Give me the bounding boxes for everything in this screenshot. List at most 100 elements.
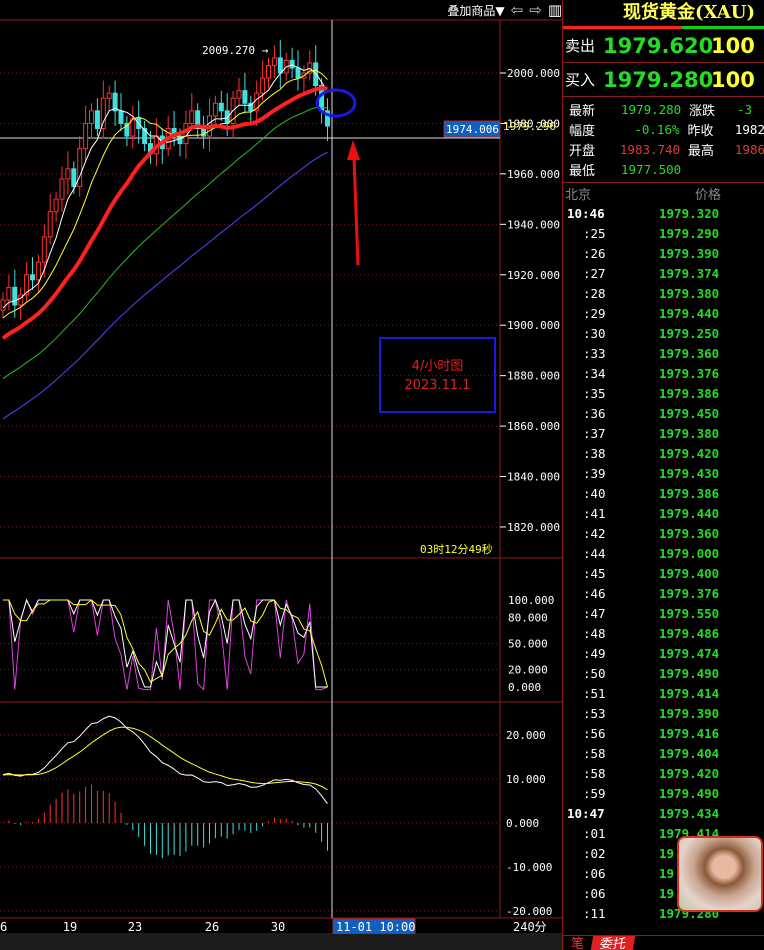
candle-body (289, 59, 295, 69)
stat-value: -0.16% (634, 121, 680, 137)
price-chart[interactable]: 2000.000 19 80.000 1960.000 1940.000 1920.000… (0, 0, 562, 934)
buy-price: 1979.280 (603, 67, 714, 92)
tick-row: 10:46 1979.320 (563, 203, 764, 223)
stat-value: 1983.740 (619, 141, 681, 157)
tick-row: :40 1979.386 (563, 483, 764, 503)
tick-price: 1979.250 (659, 325, 720, 341)
tick-time: :06 (583, 865, 606, 881)
price-tick-label: 1960.000 (507, 168, 560, 181)
tick-time: :34 (583, 365, 606, 381)
tick-time: :28 (583, 285, 606, 301)
arrow-left-icon[interactable]: ⇦ (511, 1, 524, 19)
candle-body (0, 299, 6, 311)
tick-price: 1979.360 (659, 345, 720, 361)
tick-time: :39 (583, 465, 606, 481)
tab-orders[interactable]: 委托 (590, 936, 636, 950)
tick-time: :45 (583, 565, 606, 581)
candle-body (47, 211, 53, 238)
overlay-dropdown[interactable]: 叠加商品▼ (447, 2, 504, 19)
price-tick-label: 1840.000 (507, 471, 560, 484)
candle-body (277, 57, 283, 74)
tick-price: 1979.374 (659, 265, 720, 281)
candle-body (6, 286, 12, 301)
tick-price: 1979.440 (659, 505, 720, 521)
price-tick-label: 1880.000 (507, 370, 560, 383)
tick-time: :46 (583, 585, 606, 601)
tick-row: :28 1979.380 (563, 283, 764, 303)
tick-price: 1979.434 (659, 805, 720, 821)
candle-body (65, 168, 71, 180)
stat-value: 1979.280 (621, 101, 682, 117)
x-tick-label: 23 (128, 920, 142, 934)
tick-price: 1979.390 (659, 245, 720, 261)
arrow-right-icon[interactable]: ⇨ (529, 1, 542, 19)
candle-body (59, 178, 65, 200)
tick-row: :36 1979.450 (563, 403, 764, 423)
red-arrow-shaft (352, 157, 360, 266)
tick-price: 1979.404 (659, 745, 720, 761)
avatar-photo (677, 836, 763, 912)
tick-row: :34 1979.376 (563, 363, 764, 383)
current-price-label: 1979.290 (503, 120, 556, 133)
tick-row: :47 1979.550 (563, 603, 764, 623)
tick-time: :35 (583, 385, 606, 401)
tick-list[interactable]: 10:46 1979.320 :25 1979.290 :26 1979.390… (563, 203, 764, 923)
ticks-header: 北京 价格 (563, 183, 764, 203)
tick-row: :58 1979.420 (563, 763, 764, 783)
buy-volume: 100 (711, 67, 755, 92)
sell-label: 卖出 (565, 37, 596, 55)
tick-time: :26 (583, 245, 606, 261)
tick-price: 1979.440 (659, 305, 720, 321)
tick-price: 1979.486 (659, 625, 720, 641)
ma40-line (2, 106, 328, 380)
tick-row: :27 1979.374 (563, 263, 764, 283)
ticks-header-price: 价格 (695, 187, 722, 203)
candle-body (218, 102, 224, 112)
stat-row: 最新 1979.280 涨跌 -3 (563, 99, 764, 119)
tick-price: 1979.376 (659, 365, 720, 381)
stat-row: 幅度 -0.16% 昨收 1982 (563, 119, 764, 139)
stoch-tick-label: 50.000 (508, 638, 548, 651)
tick-row: :25 1979.290 (563, 223, 764, 243)
candle-body (77, 148, 83, 187)
tick-time: :11 (583, 905, 606, 921)
crosshair-price: 1974.006 (446, 123, 499, 136)
x-tick-label: 30 (271, 920, 285, 934)
stat-value-2: 1982 (734, 121, 764, 137)
tab-trades[interactable]: 笔 (563, 936, 592, 950)
period-label: 240分 (513, 920, 547, 934)
candle-body (242, 90, 248, 104)
stat-label: 幅度 (569, 123, 596, 139)
tick-time: 10:47 (567, 805, 605, 821)
stat-label-2: 涨跌 (689, 103, 716, 119)
cursor-time: 11-01 10:00 (336, 920, 415, 934)
tick-row: :38 1979.420 (563, 443, 764, 463)
tick-time: :42 (583, 525, 606, 541)
buy-sell-ratio-bar (563, 26, 764, 29)
countdown-label: 03时12分49秒 (420, 542, 493, 556)
tick-price: 1979.450 (659, 405, 720, 421)
tick-time: :36 (583, 405, 606, 421)
tick-price: 1979.376 (659, 585, 720, 601)
quote-panel: 现货黄金(XAU) 卖出 1979.620 100 买入 1979.280 10… (562, 0, 764, 950)
tick-time: :41 (583, 505, 606, 521)
candles-group (0, 40, 330, 420)
tick-price: 1979.380 (659, 285, 720, 301)
stat-row: 开盘 1983.740 最高 1986 (563, 139, 764, 159)
stats-table: 最新 1979.280 涨跌 -3 幅度 -0.16% 昨收 1982 开盘 1… (563, 97, 764, 183)
buy-label: 买入 (565, 71, 596, 89)
tick-row: :56 1979.416 (563, 723, 764, 743)
stat-label: 最低 (569, 163, 596, 179)
tick-price: 1979.390 (659, 705, 720, 721)
tick-price: 1979.380 (659, 425, 720, 441)
tick-time: :01 (583, 825, 606, 841)
tick-price: 1979.360 (659, 525, 720, 541)
tick-price: 1979.414 (659, 685, 720, 701)
tick-time: :29 (583, 305, 606, 321)
tick-row: :59 1979.490 (563, 783, 764, 803)
tick-price: 19 (659, 865, 675, 881)
candle-body (83, 122, 89, 150)
stoch-tick-label: 0.000 (508, 681, 541, 694)
sell-volume: 100 (711, 33, 755, 58)
layout-icon[interactable]: ▥ (548, 1, 562, 19)
